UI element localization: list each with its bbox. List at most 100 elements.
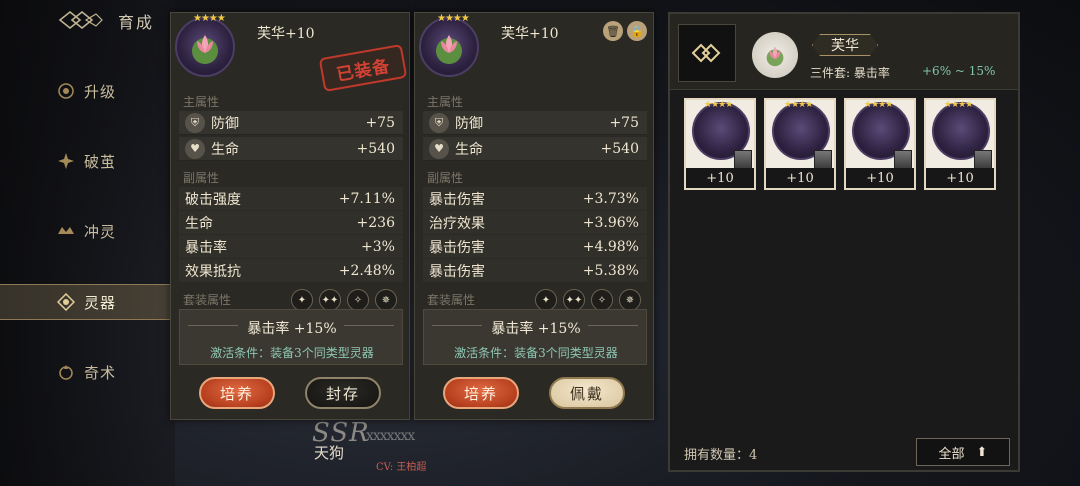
stat-name: 效果抵抗: [185, 263, 241, 280]
item-level: +10: [766, 168, 834, 188]
inventory-item[interactable]: ★★★★ +10: [924, 98, 996, 190]
selected-artifact-card: ★★★★ 芙华+10 🗑 🔒 主属性 ⛨ 防御 +75 ♥ 生命 +540 副属…: [414, 12, 654, 420]
sub-stat-row: 暴击伤害 +3.73%: [423, 187, 647, 210]
set-condition: 激活条件：装备3个同类型灵器: [454, 346, 618, 360]
set-range: +6% ~ 15%: [922, 64, 996, 78]
main-stat-row: ♥ 生命 +540: [179, 137, 403, 161]
set-piece-1-icon[interactable]: ✦: [535, 289, 557, 311]
inventory-item[interactable]: ★★★★ +10: [844, 98, 916, 190]
stat-value: +236: [356, 214, 395, 231]
cultivate-button[interactable]: 培养: [443, 377, 519, 409]
equipped-stamp: 已装备: [318, 43, 408, 93]
main-stats-label: 主属性: [183, 95, 220, 109]
stat-name: 防御: [455, 115, 483, 132]
lock-icon[interactable]: 🔒: [627, 21, 647, 41]
stat-name: 暴击伤害: [429, 191, 485, 208]
set-piece-1-icon[interactable]: ✦: [291, 289, 313, 311]
set-filter-button[interactable]: [678, 24, 736, 82]
character-cv: CV: 王柏超: [376, 462, 427, 473]
set-type-icon: [691, 43, 721, 63]
equipped-artifact-card: ★★★★ 芙华+10 已装备 主属性 ⛨ 防御 +75 ♥ 生命 +540 副属…: [170, 12, 410, 420]
cultivate-button[interactable]: 培养: [199, 377, 275, 409]
character-name: 天狗: [314, 444, 345, 462]
stat-name: 暴击伤害: [429, 239, 485, 256]
main-stat-row: ⛨ 防御 +75: [179, 111, 403, 135]
stat-name: 暴击伤害: [429, 263, 485, 280]
nav-item-artifact[interactable]: 灵器: [0, 284, 175, 320]
stat-value: +3%: [361, 238, 395, 255]
inventory-item[interactable]: ★★★★ +10: [684, 98, 756, 190]
inventory-panel: 芙华 三件套: 暴击率 +6% ~ 15% ★★★★ +10 ★★★★ +10 …: [668, 12, 1020, 472]
nav-label: 破茧: [84, 152, 117, 171]
rarity-stars: ★★★★: [864, 100, 893, 110]
lotus-set-icon: [752, 32, 798, 78]
lotus-icon: [766, 46, 784, 67]
stat-value: +540: [356, 140, 395, 157]
set-filter-header: 芙华 三件套: 暴击率 +6% ~ 15%: [670, 14, 1018, 90]
stat-name: 治疗效果: [429, 215, 485, 232]
filter-label: 全部: [938, 446, 965, 462]
sub-stat-row: 暴击伤害 +4.98%: [423, 235, 647, 258]
stat-value: +75: [609, 114, 639, 131]
stat-name: 生命: [211, 141, 239, 158]
discard-icon[interactable]: 🗑: [603, 21, 623, 41]
stat-name: 防御: [211, 115, 239, 132]
set-label-row: 套装属性 ✦ ✦✦ ✧ ✵: [183, 289, 405, 311]
stat-name: 生命: [185, 215, 213, 232]
set-piece-3-icon[interactable]: ✧: [347, 289, 369, 311]
stat-value: +3.73%: [582, 190, 639, 207]
nav-item-breakthrough[interactable]: 破茧: [0, 143, 175, 179]
set-piece-4-icon[interactable]: ✵: [375, 289, 397, 311]
rarity-stars: ★★★★: [704, 100, 733, 110]
nav-header: 育成: [0, 0, 175, 40]
item-level: +10: [926, 168, 994, 188]
main-stat-row: ⛨ 防御 +75: [423, 111, 647, 135]
nav-item-upgrade[interactable]: 升级: [0, 73, 175, 109]
breakthrough-icon: [56, 151, 76, 171]
set-label: 套装属性: [183, 293, 232, 307]
artifact-icon: [56, 292, 76, 312]
inventory-item[interactable]: ★★★★ +10: [764, 98, 836, 190]
artifact-name: 芙华+10: [501, 26, 559, 42]
sub-stat-row: 暴击伤害 +5.38%: [423, 259, 647, 282]
set-piece-3-icon[interactable]: ✧: [591, 289, 613, 311]
main-stat-row: ♥ 生命 +540: [423, 137, 647, 161]
owned-count: 拥有数量：4: [684, 448, 758, 463]
rarity-stars: ★★★★: [437, 13, 470, 24]
nav-item-spirit[interactable]: 冲灵: [0, 213, 175, 249]
rarity-stars: ★★★★: [944, 100, 973, 110]
item-level: +10: [846, 168, 914, 188]
set-bonus: 暴击率 +15%: [491, 321, 581, 337]
set-piece-2-icon[interactable]: ✦✦: [563, 289, 585, 311]
spirit-icon: [56, 221, 76, 241]
character-strip: SSR xxxxxxx 天狗 CV: 王柏超: [270, 418, 650, 486]
seal-button[interactable]: 封存: [305, 377, 381, 409]
rarity-stars: ★★★★: [784, 100, 813, 110]
set-bonus: 暴击率 +15%: [247, 321, 337, 337]
stat-value: +540: [600, 140, 639, 157]
item-actions: 🗑 🔒: [603, 21, 647, 41]
nav-label: 灵器: [84, 293, 117, 312]
equip-button[interactable]: 佩戴: [549, 377, 625, 409]
rarity-stars: ★★★★: [193, 13, 226, 24]
stat-name: 生命: [455, 141, 483, 158]
nav-item-arcane[interactable]: 奇术: [0, 354, 175, 390]
set-piece-4-icon[interactable]: ✵: [619, 289, 641, 311]
nav-label: 奇术: [84, 363, 117, 382]
filter-dropdown[interactable]: 全部 ⬆: [916, 438, 1010, 466]
stat-value: +2.48%: [338, 262, 395, 279]
upgrade-icon: [56, 81, 76, 101]
heart-icon: ♥: [429, 138, 449, 159]
set-label-row: 套装属性 ✦ ✦✦ ✧ ✵: [427, 289, 649, 311]
set-piece-2-icon[interactable]: ✦✦: [319, 289, 341, 311]
sub-stats-label: 副属性: [427, 171, 464, 185]
lotus-icon: [436, 35, 462, 64]
heart-icon: ♥: [185, 138, 205, 159]
sub-stats-label: 副属性: [183, 171, 220, 185]
set-label: 套装属性: [427, 293, 476, 307]
nav-label: 冲灵: [84, 222, 117, 241]
lotus-artifact-icon: ★★★★: [419, 13, 479, 77]
rarity-suffix: xxxxxxx: [366, 428, 415, 444]
nav-label: 升级: [84, 82, 117, 101]
shield-icon: ⛨: [429, 112, 449, 133]
